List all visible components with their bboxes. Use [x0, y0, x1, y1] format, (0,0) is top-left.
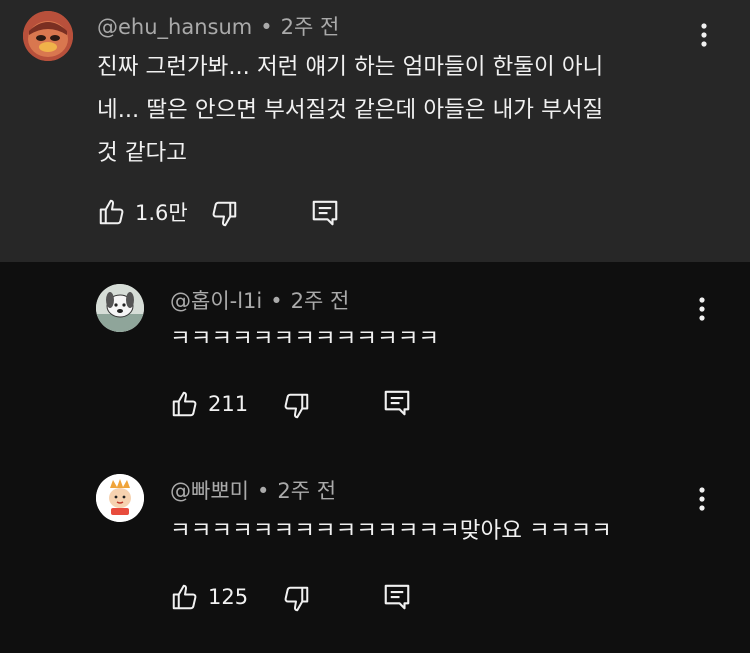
- thumb-up-icon: [172, 584, 197, 610]
- like-button[interactable]: 1.6만: [97, 197, 188, 227]
- reply-button[interactable]: [382, 582, 412, 612]
- comment-text: ㅋㅋㅋㅋㅋㅋㅋㅋㅋㅋㅋㅋㅋ: [170, 326, 440, 352]
- dog-avatar-icon: [96, 284, 144, 332]
- comment-time[interactable]: 2주 전: [291, 289, 350, 313]
- more-options-button[interactable]: [690, 294, 714, 324]
- comment-time[interactable]: 2주 전: [281, 15, 340, 39]
- commenter-avatar[interactable]: [96, 474, 144, 522]
- commenter-avatar[interactable]: [23, 11, 73, 61]
- comment-author[interactable]: @홉이-l1i: [170, 289, 262, 313]
- reply-comment-icon: [384, 390, 410, 416]
- thumb-down-icon: [212, 201, 237, 227]
- more-vert-icon: [699, 297, 705, 321]
- dislike-button[interactable]: [281, 391, 311, 421]
- meta-separator: •: [260, 15, 273, 39]
- like-count: 211: [208, 392, 249, 416]
- duck-avatar-icon: [23, 11, 73, 61]
- commenter-avatar[interactable]: [96, 284, 144, 332]
- dislike-button[interactable]: [281, 584, 311, 614]
- dislike-button[interactable]: [209, 199, 239, 229]
- comment-meta: @홉이-l1i • 2주 전: [170, 288, 349, 314]
- meta-separator: •: [256, 479, 270, 503]
- comment-meta: @ehu_hansum • 2주 전: [97, 14, 339, 40]
- comment-meta: @빠뽀미 • 2주 전: [170, 478, 336, 504]
- thumb-down-icon: [284, 586, 309, 612]
- like-count: 125: [208, 585, 249, 609]
- reply-button[interactable]: [382, 388, 412, 418]
- thumb-up-icon: [99, 199, 124, 225]
- reply-comment-icon: [312, 200, 338, 226]
- like-count: 1.6만: [135, 201, 188, 225]
- thumb-down-icon: [284, 393, 309, 419]
- like-button[interactable]: 211: [170, 389, 248, 419]
- thumb-up-icon: [172, 391, 197, 417]
- character-avatar-icon: [96, 474, 144, 522]
- comment-text: 진짜 그런가봐... 저런 얘기 하는 엄마들이 한둘이 아니 네... 딸은 …: [97, 54, 604, 166]
- reply-button[interactable]: [310, 198, 340, 228]
- comment-text: ㅋㅋㅋㅋㅋㅋㅋㅋㅋㅋㅋㅋㅋㅋ맞아요 ㅋㅋㅋㅋ: [170, 518, 612, 544]
- comment-author[interactable]: @빠뽀미: [170, 479, 249, 503]
- meta-separator: •: [270, 289, 283, 313]
- comment-author[interactable]: @ehu_hansum: [97, 15, 252, 39]
- comment-time[interactable]: 2주 전: [277, 479, 336, 503]
- reply-comment-icon: [384, 584, 410, 610]
- like-button[interactable]: 125: [170, 582, 248, 612]
